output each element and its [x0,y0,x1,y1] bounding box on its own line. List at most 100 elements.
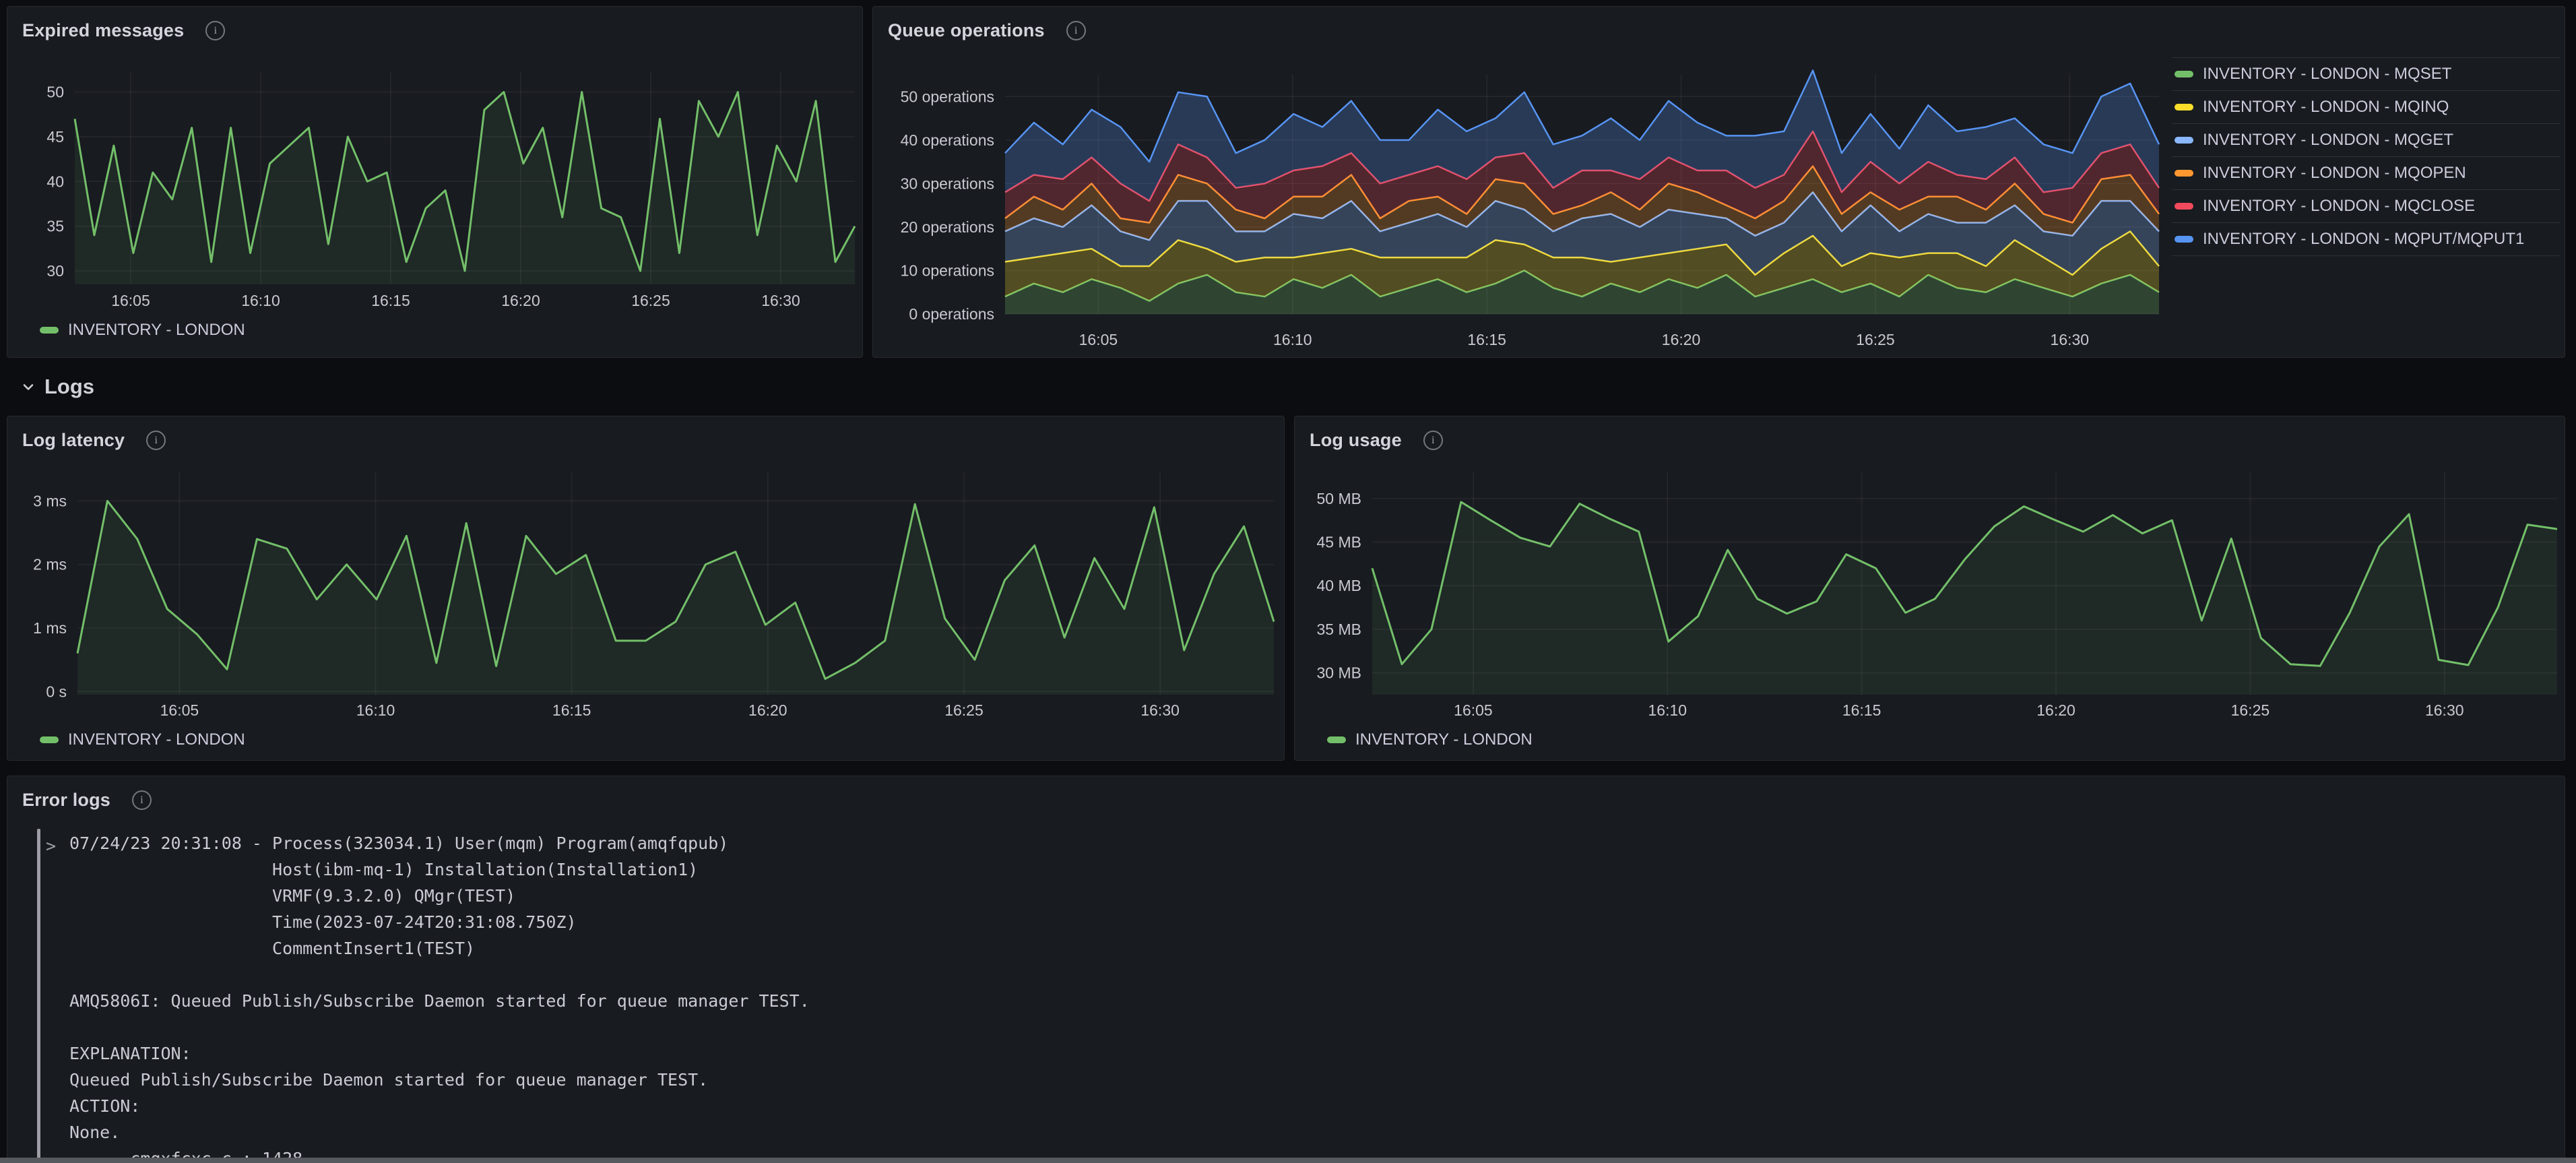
svg-text:16:25: 16:25 [1856,331,1895,348]
legend-label: INVENTORY - LONDON - MQGET [2203,131,2453,150]
legend-label: INVENTORY - LONDON - MQPUT/MQPUT1 [2203,230,2524,249]
legend-label: INVENTORY - LONDON [1355,730,1533,749]
svg-text:1 ms: 1 ms [33,619,67,637]
legend-label: INVENTORY - LONDON - MQOPEN [2203,164,2466,183]
log-level-bar [37,829,40,1160]
svg-text:40 MB: 40 MB [1317,577,1361,594]
section-title: Logs [44,375,94,399]
log-latency-chart[interactable]: 16:05 16:10 16:15 16:20 16:25 16:30 0 s 1 ms 2 m… [7,416,1284,760]
chevron-down-icon [20,379,36,395]
info-icon[interactable]: i [146,431,166,450]
info-icon[interactable]: i [205,21,225,40]
legend-swatch-icon [40,327,59,334]
svg-text:16:05: 16:05 [160,701,199,719]
legend-swatch-icon [2175,71,2193,77]
svg-text:35 MB: 35 MB [1317,621,1361,638]
legend-label: INVENTORY - LONDON - MQCLOSE [2203,197,2475,216]
legend-label: INVENTORY - LONDON - MQINQ [2203,98,2449,117]
svg-text:16:05: 16:05 [1079,331,1118,348]
info-icon[interactable]: i [1066,21,1086,40]
expired-messages-chart[interactable]: 16:0516:1016:1516:2016:2516:303035404550 [7,7,862,357]
svg-text:16:20: 16:20 [1662,331,1701,348]
svg-text:2 ms: 2 ms [33,556,67,573]
svg-text:16:25: 16:25 [631,292,670,309]
legend-item[interactable]: INVENTORY - LONDON - MQINQ [2172,90,2560,123]
svg-text:50 operations: 50 operations [901,88,994,105]
legend-item[interactable]: INVENTORY - LONDON - MQPUT/MQPUT1 [2172,222,2560,256]
legend-item[interactable]: INVENTORY - LONDON - MQOPEN [2172,156,2560,189]
svg-text:30 operations: 30 operations [901,175,994,192]
svg-text:16:20: 16:20 [501,292,540,309]
legend-label: INVENTORY - LONDON - MQSET [2203,65,2451,84]
panel-title: Error logs [22,790,110,811]
panel-title: Expired messages [22,20,184,41]
svg-text:16:15: 16:15 [1842,701,1881,719]
svg-text:0 operations: 0 operations [909,305,994,323]
legend-swatch-icon [40,736,59,743]
svg-text:16:20: 16:20 [2036,701,2075,719]
legend-swatch-icon [2175,236,2193,243]
svg-text:16:05: 16:05 [111,292,150,309]
legend-label: INVENTORY - LONDON [68,730,245,749]
svg-text:16:30: 16:30 [761,292,800,309]
info-icon[interactable]: i [132,790,152,810]
svg-text:30: 30 [46,262,64,280]
legend-item[interactable]: INVENTORY - LONDON - MQSET [2172,57,2560,90]
panel-header[interactable]: Expired messages i [22,20,225,41]
legend-item[interactable]: INVENTORY - LONDON [40,730,245,749]
svg-text:50 MB: 50 MB [1317,490,1361,507]
svg-text:16:10: 16:10 [241,292,280,309]
info-icon[interactable]: i [1423,431,1443,450]
svg-text:16:10: 16:10 [356,701,395,719]
svg-text:16:15: 16:15 [371,292,410,309]
svg-text:16:20: 16:20 [748,701,787,719]
svg-text:16:30: 16:30 [1140,701,1180,719]
panel-title: Log usage [1310,430,1402,451]
svg-text:40: 40 [46,172,64,190]
svg-text:16:10: 16:10 [1648,701,1687,719]
legend-swatch-icon [2175,104,2193,111]
svg-text:40 operations: 40 operations [901,131,994,149]
svg-text:45: 45 [46,128,64,146]
section-header-logs[interactable]: Logs [20,371,94,403]
chart-legend: INVENTORY - LONDON [40,730,245,749]
legend-item[interactable]: INVENTORY - LONDON - MQGET [2172,123,2560,156]
horizontal-scrollbar[interactable] [0,1158,2576,1163]
legend-label: INVENTORY - LONDON [68,321,245,340]
error-log-text[interactable]: 07/24/23 20:31:08 - Process(323034.1) Us… [69,830,860,1163]
svg-text:16:15: 16:15 [1467,331,1506,348]
expand-log-row-icon[interactable]: > [46,833,56,859]
svg-text:16:10: 16:10 [1273,331,1312,348]
svg-text:16:30: 16:30 [2425,701,2464,719]
svg-text:16:15: 16:15 [552,701,591,719]
panel-error-logs: Error logs i > 07/24/23 20:31:08 - Proce… [7,776,2565,1163]
chart-legend: INVENTORY - LONDON [1327,730,1533,749]
svg-text:16:05: 16:05 [1454,701,1493,719]
legend-item[interactable]: INVENTORY - LONDON - MQCLOSE [2172,189,2560,222]
panel-header[interactable]: Log usage i [1310,430,1443,451]
svg-text:30 MB: 30 MB [1317,664,1361,682]
legend-swatch-icon [2175,203,2193,210]
panel-title: Queue operations [888,20,1045,41]
legend-swatch-icon [2175,137,2193,144]
legend-swatch-icon [2175,170,2193,177]
svg-text:16:30: 16:30 [2051,331,2090,348]
panel-header[interactable]: Log latency i [22,430,166,451]
panel-header[interactable]: Queue operations i [888,20,1086,41]
svg-text:20 operations: 20 operations [901,218,994,236]
log-usage-chart[interactable]: 16:05 16:10 16:15 16:20 16:25 16:30 30 MB 35 MB… [1295,416,2565,760]
svg-text:16:25: 16:25 [944,701,984,719]
panel-log-usage: Log usage i 16:0516:1016:1516:2016:2516:… [1294,416,2565,761]
panel-expired-messages: Expired messages i 16:05 16:10 16:15 16:20 1… [7,6,863,358]
legend-item[interactable]: INVENTORY - LONDON [40,321,245,340]
panel-queue-operations: Queue operations i 16:05 16:10 16:15 16:20 1… [872,6,2565,358]
panel-log-latency: Log latency i 16:0516:1016:1516:2016:251… [7,416,1285,761]
svg-text:16:25: 16:25 [2231,701,2270,719]
svg-text:0 s: 0 s [46,683,67,700]
svg-text:10 operations: 10 operations [901,261,994,279]
panel-title: Log latency [22,430,125,451]
chart-legend: INVENTORY - LONDON - MQSET INVENTORY - LO… [2172,57,2560,256]
panel-header[interactable]: Error logs i [22,790,152,811]
grafana-dashboard: Expired messages i 16:0516:1016:1516:201… [0,0,2576,1163]
legend-item[interactable]: INVENTORY - LONDON [1327,730,1533,749]
